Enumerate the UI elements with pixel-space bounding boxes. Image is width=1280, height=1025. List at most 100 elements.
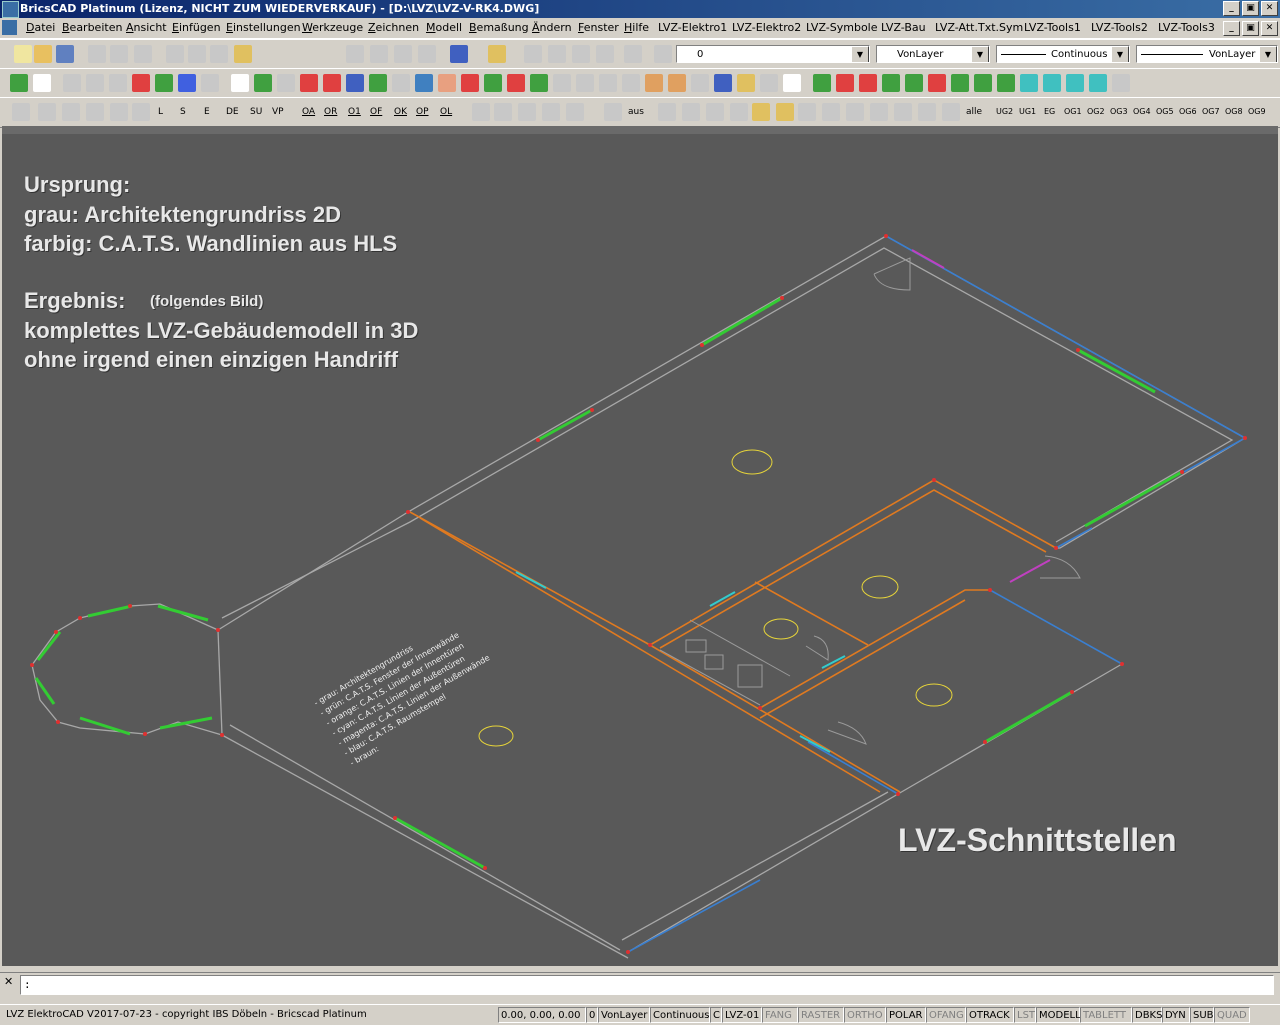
design-center-icon[interactable] xyxy=(418,45,436,63)
zoom-out-icon[interactable] xyxy=(548,45,566,63)
help-icon[interactable] xyxy=(450,45,468,63)
toolbar-text-button[interactable]: OR xyxy=(324,107,337,117)
lvz-tool-37-icon[interactable] xyxy=(859,74,877,92)
menu-item[interactable]: LVZ-Tools2 xyxy=(1091,21,1148,34)
wall-tool-2-icon[interactable] xyxy=(494,103,512,121)
menu-item[interactable]: LVZ-Elektro1 xyxy=(658,21,727,34)
floor-button-og2[interactable]: OG2 xyxy=(1087,107,1105,116)
lvz-tool-1-icon[interactable] xyxy=(10,74,28,92)
lvz-tool-36-icon[interactable] xyxy=(836,74,854,92)
cut-icon[interactable] xyxy=(166,45,184,63)
wall-tool-5-icon[interactable] xyxy=(566,103,584,121)
status-scale[interactable]: LVZ-01 xyxy=(722,1007,762,1023)
match-properties-icon[interactable] xyxy=(234,45,252,63)
lineweight-combo[interactable]: VonLayer ▼ xyxy=(1136,45,1278,63)
toolbar-text-button[interactable]: E xyxy=(204,107,210,117)
menu-item[interactable]: LVZ-Bau xyxy=(881,21,926,34)
floor-button-og7[interactable]: OG7 xyxy=(1202,107,1220,116)
wall-tool-1-icon[interactable] xyxy=(472,103,490,121)
menu-item[interactable]: LVZ-Symbole xyxy=(806,21,878,34)
building-tool-8-icon[interactable] xyxy=(822,103,840,121)
layer-state-icon[interactable] xyxy=(654,45,672,63)
floor-button-ug1[interactable]: UG1 xyxy=(1019,107,1036,116)
lvz-tool-18-icon[interactable] xyxy=(415,74,433,92)
layer-combo[interactable]: 0 ▼ xyxy=(676,45,870,63)
zoom-preview-icon[interactable] xyxy=(88,45,106,63)
menu-item[interactable]: Bemaßung xyxy=(469,21,529,34)
table-tool-1-icon[interactable] xyxy=(12,103,30,121)
close-icon[interactable]: ✕ xyxy=(4,976,16,988)
toolbar-text-button[interactable]: OP xyxy=(416,107,429,117)
toolbar-text-button[interactable]: aus xyxy=(628,107,644,117)
lvz-tool-13-icon[interactable] xyxy=(300,74,318,92)
toolbar-text-button[interactable]: OA xyxy=(302,107,315,117)
status-toggle-quad[interactable]: QUAD xyxy=(1214,1007,1250,1023)
table-tool-6-icon[interactable] xyxy=(132,103,150,121)
lvz-tool-4-icon[interactable] xyxy=(86,74,104,92)
status-color[interactable]: VonLayer xyxy=(598,1007,650,1023)
lvz-tool-31-icon[interactable] xyxy=(714,74,732,92)
copy-icon[interactable] xyxy=(188,45,206,63)
building-tool-4-icon[interactable] xyxy=(730,103,748,121)
chevron-down-icon[interactable]: ▼ xyxy=(1259,46,1277,62)
lvz-tool-45-icon[interactable] xyxy=(1043,74,1061,92)
properties-icon[interactable] xyxy=(394,45,412,63)
building-tool-6-icon[interactable] xyxy=(776,103,794,121)
toolbar-text-button[interactable]: alle xyxy=(966,107,982,117)
lvz-tool-44-icon[interactable] xyxy=(1020,74,1038,92)
regen-icon[interactable] xyxy=(624,45,642,63)
toolbar-text-button[interactable]: DE xyxy=(226,107,239,117)
lvz-tool-27-icon[interactable] xyxy=(622,74,640,92)
open-file-icon[interactable] xyxy=(34,45,52,63)
wall-tool-4-icon[interactable] xyxy=(542,103,560,121)
plot-icon[interactable] xyxy=(134,45,152,63)
close-button[interactable]: ✕ xyxy=(1261,1,1278,16)
save-icon[interactable] xyxy=(56,45,74,63)
building-tool-3-icon[interactable] xyxy=(706,103,724,121)
toolbar-text-button[interactable]: OF xyxy=(370,107,382,117)
wall-tool-3-icon[interactable] xyxy=(518,103,536,121)
document-icon[interactable] xyxy=(2,20,17,35)
lvz-tool-34-icon[interactable] xyxy=(783,74,801,92)
status-toggle-dyn[interactable]: DYN xyxy=(1162,1007,1190,1023)
drawing-canvas[interactable]: - grau: Architektengrundriss - grün: C.A… xyxy=(2,126,1278,966)
layers-icon[interactable] xyxy=(370,45,388,63)
chevron-down-icon[interactable]: ▼ xyxy=(971,46,989,62)
floor-button-og8[interactable]: OG8 xyxy=(1225,107,1243,116)
floor-button-og6[interactable]: OG6 xyxy=(1179,107,1197,116)
lvz-tool-24-icon[interactable] xyxy=(553,74,571,92)
floor-button-ug2[interactable]: UG2 xyxy=(996,107,1013,116)
toolbar-text-button[interactable]: OK xyxy=(394,107,407,117)
status-toggle-otrack[interactable]: OTRACK xyxy=(966,1007,1014,1023)
toolbar-text-button[interactable]: S xyxy=(180,107,186,117)
building-tool-1-icon[interactable] xyxy=(658,103,676,121)
status-coordinates[interactable]: 0.00, 0.00, 0.00 xyxy=(498,1007,586,1023)
doc-restore-button[interactable]: ▣ xyxy=(1242,21,1259,36)
status-toggle-lst[interactable]: LST xyxy=(1014,1007,1036,1023)
lvz-tool-19-icon[interactable] xyxy=(438,74,456,92)
lvz-tool-30-icon[interactable] xyxy=(691,74,709,92)
lvz-tool-16-icon[interactable] xyxy=(369,74,387,92)
status-toggle-ofang[interactable]: OFANG xyxy=(926,1007,966,1023)
lvz-tool-25-icon[interactable] xyxy=(576,74,594,92)
menu-item[interactable]: Zeichnen xyxy=(368,21,419,34)
zoom-window-icon[interactable] xyxy=(596,45,614,63)
lvz-tool-47-icon[interactable] xyxy=(1089,74,1107,92)
lvz-tool-10-icon[interactable] xyxy=(231,74,249,92)
command-input[interactable]: : xyxy=(20,975,1274,995)
doc-minimize-button[interactable]: _ xyxy=(1223,21,1240,36)
zoom-extents-icon[interactable] xyxy=(572,45,590,63)
linetype-combo[interactable]: Continuous ▼ xyxy=(996,45,1130,63)
chevron-down-icon[interactable]: ▼ xyxy=(851,46,869,62)
lvz-tool-3-icon[interactable] xyxy=(63,74,81,92)
lvz-tool-43-icon[interactable] xyxy=(997,74,1015,92)
floor-button-og1[interactable]: OG1 xyxy=(1064,107,1082,116)
table-tool-3-icon[interactable] xyxy=(62,103,80,121)
menu-item[interactable]: Ändern xyxy=(532,21,572,34)
lvz-tool-48-icon[interactable] xyxy=(1112,74,1130,92)
table-tool-4-icon[interactable] xyxy=(86,103,104,121)
explorer-icon[interactable] xyxy=(346,45,364,63)
lvz-tool-28-icon[interactable] xyxy=(645,74,663,92)
chevron-down-icon[interactable]: ▼ xyxy=(1111,46,1129,62)
menu-item[interactable]: Modell xyxy=(426,21,462,34)
